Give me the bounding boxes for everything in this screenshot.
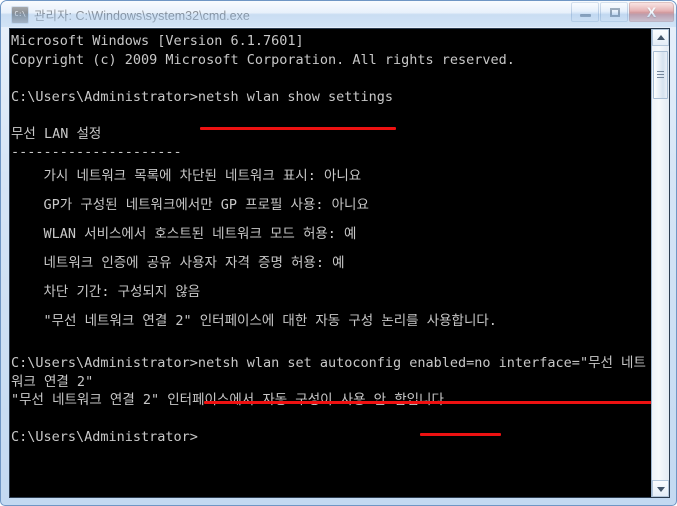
console-line: C:\Users\Administrator>netsh wlan show s… (11, 88, 394, 105)
console-line: 가시 네트워크 목록에 차단된 네트워크 표시: 아니요 (11, 167, 362, 184)
close-icon: X (646, 4, 657, 20)
window-controls: X (570, 2, 674, 22)
title-bar[interactable]: C:\ 관리자: C:\Windows\system32\cmd.exe X (1, 1, 676, 27)
console-window: C:\ 관리자: C:\Windows\system32\cmd.exe X M… (0, 0, 677, 506)
console-line: C:\Users\Administrator>netsh wlan set au… (11, 355, 646, 371)
grip-icon (657, 71, 664, 80)
console-output[interactable]: Microsoft Windows [Version 6.1.7601] Copy… (10, 29, 651, 497)
console-line: C:\Users\Administrator> (11, 429, 198, 445)
console-line: Copyright (c) 2009 Microsoft Corporation… (11, 51, 515, 68)
chevron-down-icon (657, 487, 665, 492)
console-line: 차단 기간: 구성되지 않음 (11, 283, 201, 300)
console-line: 워크 연결 2" (11, 373, 94, 390)
cmd-icon: C:\ (11, 6, 29, 24)
console-line: Microsoft Windows [Version 6.1.7601] (11, 33, 304, 49)
minimize-button[interactable] (571, 2, 599, 22)
console-line: 네트워크 인증에 공유 사용자 자격 증명 허용: 예 (11, 254, 345, 271)
console-line: WLAN 서비스에서 호스트된 네트워크 모드 허용: 예 (11, 225, 357, 242)
underline-disabled-status (420, 433, 501, 436)
console-client-area: Microsoft Windows [Version 6.1.7601] Copy… (9, 28, 670, 498)
vertical-scrollbar[interactable] (651, 29, 669, 497)
console-line: "무선 네트워크 연결 2" 인터페이스에 대한 자동 구성 논리를 사용합니다… (11, 312, 497, 329)
close-button[interactable]: X (629, 2, 674, 22)
chevron-up-icon (657, 35, 665, 40)
console-line: GP가 구성된 네트워크에서만 GP 프로필 사용: 아니요 (11, 196, 369, 213)
underline-netsh-set-autoconfig (204, 401, 651, 404)
scrollbar-thumb[interactable] (653, 51, 668, 99)
console-text-grid: Microsoft Windows [Version 6.1.7601] Copy… (11, 32, 646, 447)
window-title: 관리자: C:\Windows\system32\cmd.exe (34, 9, 250, 23)
scroll-down-button[interactable] (652, 480, 669, 497)
maximize-button[interactable] (600, 2, 628, 22)
console-line: --------------------- (11, 144, 182, 160)
scroll-up-button[interactable] (652, 29, 669, 46)
underline-netsh-wlan-show-settings (200, 127, 396, 130)
